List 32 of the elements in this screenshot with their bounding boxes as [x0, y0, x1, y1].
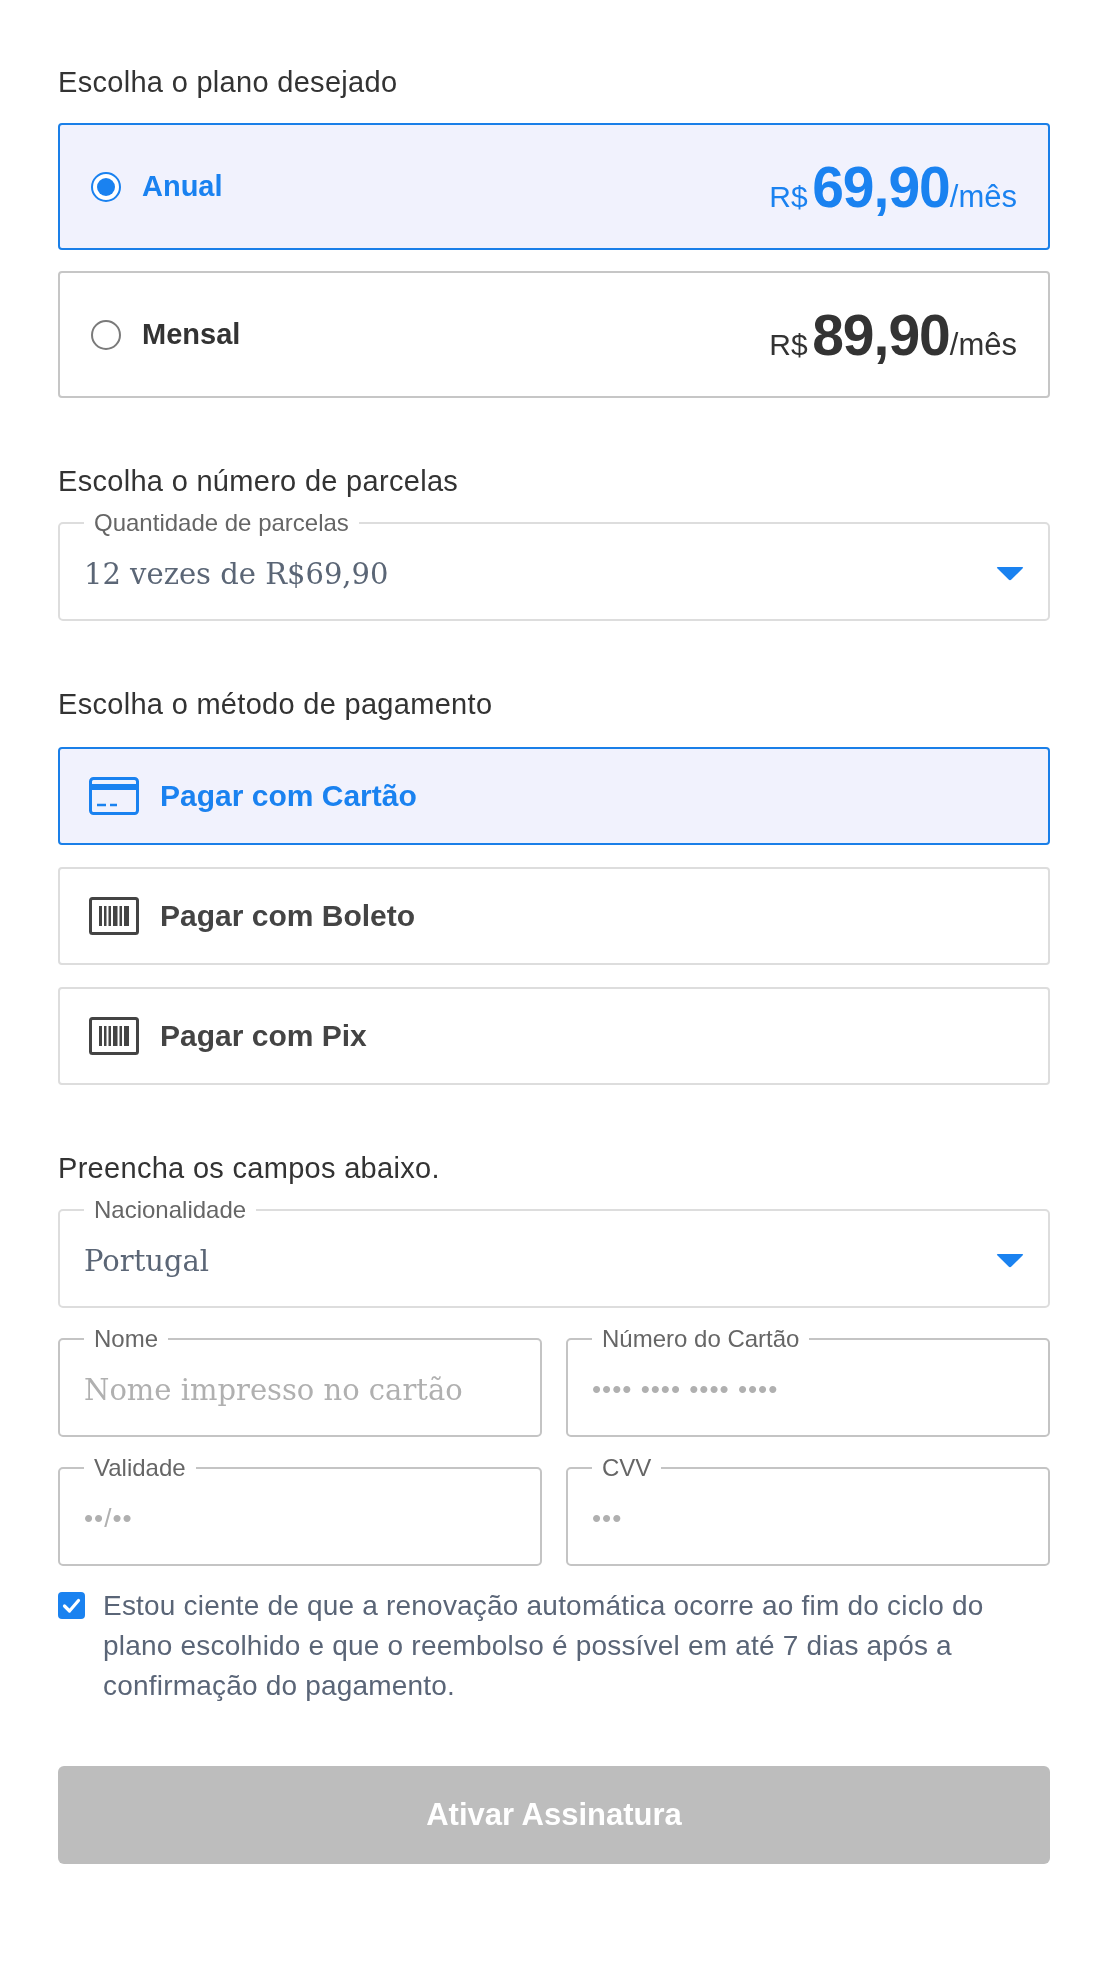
field-label: CVV [601, 1455, 653, 1481]
text-input[interactable]: ••• [592, 1503, 1024, 1534]
text-input[interactable]: Nome impresso no cartão [84, 1372, 516, 1407]
plan-price: R$69,90/mês [769, 157, 1017, 216]
plan-name: Mensal [142, 318, 241, 351]
plan-price: R$89,90/mês [769, 305, 1017, 364]
section-heading: Preencha os campos abaixo. [58, 1151, 441, 1186]
field-label: Quantidade de parcelas [93, 510, 350, 536]
consent-text: Estou ciente de que a renovação automática ocorre ao fim do ciclo do plano escolhido e que o reembolso é possível em até 7 dias após a confirmação do pagamento. [103, 1589, 985, 1703]
barcode-icon [89, 897, 139, 935]
barcode-icon [89, 1017, 139, 1055]
radio-button[interactable] [91, 171, 121, 202]
text-input[interactable]: •••• •••• •••• •••• [592, 1374, 1024, 1405]
payment-option[interactable]: Pagar com Boleto [58, 867, 1050, 965]
payment-option[interactable]: Pagar com Cartão [58, 747, 1050, 845]
text-input[interactable]: ••/•• [84, 1503, 516, 1534]
field-label: Nacionalidade [93, 1197, 248, 1223]
plan-option[interactable]: Anual R$69,90/mês [58, 123, 1050, 250]
section-heading: Escolha o número de parcelas [58, 464, 460, 499]
section-heading: Escolha o método de pagamento [58, 687, 494, 722]
plan-option[interactable]: Mensal R$89,90/mês [58, 271, 1050, 398]
field-label: Número do Cartão [601, 1326, 801, 1352]
plan-name: Anual [142, 170, 223, 203]
payment-option[interactable]: Pagar com Pix [58, 987, 1050, 1085]
credit-card-icon [89, 777, 139, 815]
radio-button[interactable] [91, 319, 121, 350]
section-heading: Escolha o plano desejado [58, 65, 399, 100]
field-label: Nome [93, 1326, 160, 1352]
caret-down-icon [996, 1253, 1024, 1268]
consent-checkbox[interactable] [58, 1592, 85, 1619]
caret-down-icon [996, 566, 1024, 581]
field-label: Validade [93, 1455, 187, 1481]
